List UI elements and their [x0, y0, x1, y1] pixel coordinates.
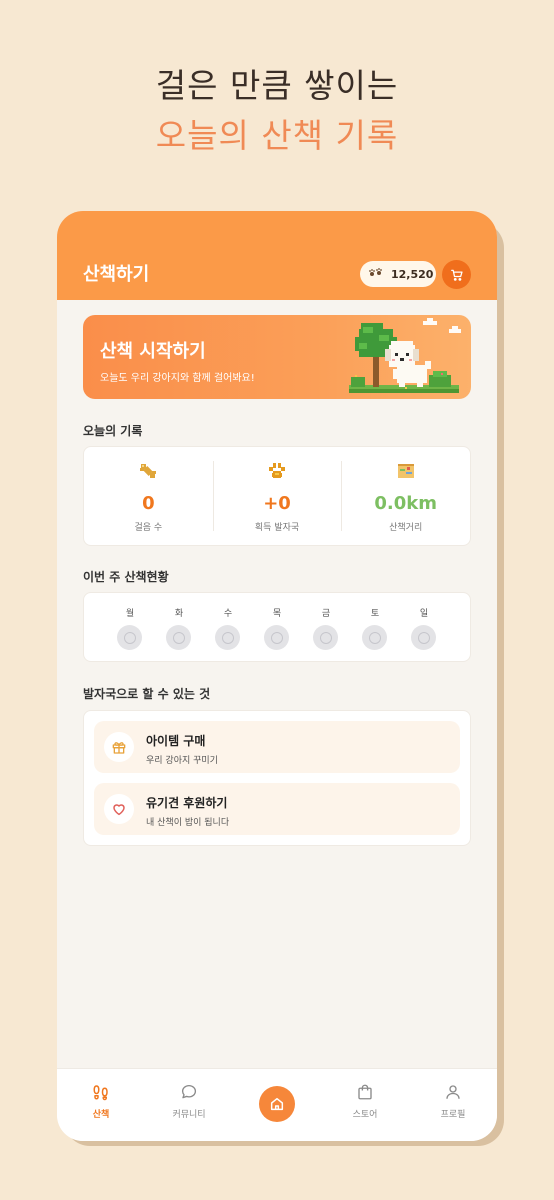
today-section-label: 오늘의 기록	[83, 424, 143, 438]
day-label: 월	[125, 609, 135, 619]
promo-headline: 걸은 만큼 쌓이는 오늘의 산책 기록	[0, 62, 554, 160]
dog-in-park-illustration	[349, 318, 461, 393]
action-subtitle: 내 산책이 밥이 됩니다	[146, 818, 230, 828]
cart-button[interactable]	[442, 260, 471, 289]
shopping-bag-icon	[358, 1084, 372, 1100]
day-label: 목	[272, 609, 282, 619]
distance-caption: 산책거리	[389, 523, 423, 533]
coin-balance[interactable]: 12,520	[360, 261, 436, 287]
day-status-dot	[264, 625, 289, 650]
footprints-icon	[93, 1085, 108, 1101]
day-label: 토	[370, 609, 380, 619]
day-fri: 금	[313, 606, 339, 650]
steps-caption: 걸음 수	[134, 523, 163, 533]
day-status-dot	[215, 625, 240, 650]
today-stats-card: 0 걸음 수 +0 획득 발자국 0.0km 산책거리	[83, 446, 471, 546]
week-status-card: 월 화 수 목 금 토 일	[83, 592, 471, 662]
app-bar: 산책하기 12,520	[57, 211, 497, 300]
paw-prints-icon	[369, 267, 383, 281]
donate-button[interactable]: 유기견 후원하기 내 산책이 밥이 됩니다	[94, 783, 460, 835]
day-status-dot	[313, 625, 338, 650]
day-label: 수	[223, 609, 233, 619]
tab-label: 스토어	[352, 1110, 378, 1120]
start-walk-banner[interactable]: 산책 시작하기 오늘도 우리 강아지와 함께 걸어봐요!	[83, 315, 471, 399]
chat-bubble-icon	[181, 1084, 197, 1099]
day-label: 일	[419, 609, 429, 619]
day-tue: 화	[166, 606, 192, 650]
gift-icon	[112, 742, 126, 754]
day-sun: 일	[411, 606, 437, 650]
day-status-dot	[117, 625, 142, 650]
tab-walk[interactable]: 산책	[71, 1081, 131, 1120]
phone-screen: 산책하기 12,520 산책 시작하기 오늘도 우리 강아지와 함께 걸어봐요!	[57, 211, 497, 1141]
tab-store[interactable]: 스토어	[335, 1081, 395, 1120]
tab-label: 커뮤니티	[172, 1110, 206, 1120]
bottom-tab-bar: 산책 커뮤니티 스토어 프로필	[57, 1068, 497, 1141]
stat-steps: 0 걸음 수	[84, 447, 213, 545]
tab-home[interactable]	[259, 1086, 295, 1122]
footprints-caption: 획득 발자국	[254, 523, 300, 533]
week-section-label: 이번 주 산책현황	[83, 570, 169, 584]
day-label: 금	[321, 609, 331, 619]
action-subtitle: 우리 강아지 꾸미기	[146, 756, 218, 766]
person-icon	[446, 1085, 460, 1099]
day-status-dot	[362, 625, 387, 650]
bone-icon	[140, 464, 157, 478]
footprints-value: +0	[263, 493, 291, 514]
day-label: 화	[174, 609, 184, 619]
cart-icon	[450, 269, 463, 281]
banner-title: 산책 시작하기	[100, 341, 206, 362]
tab-community[interactable]: 커뮤니티	[159, 1081, 219, 1120]
coin-count: 12,520	[391, 267, 434, 281]
buy-item-button[interactable]: 아이템 구매 우리 강아지 꾸미기	[94, 721, 460, 773]
distance-value: 0.0km	[374, 493, 437, 514]
tab-label: 프로필	[440, 1110, 466, 1120]
tab-profile[interactable]: 프로필	[423, 1081, 483, 1120]
day-status-dot	[166, 625, 191, 650]
day-mon: 월	[117, 606, 143, 650]
paw-icon	[269, 463, 285, 478]
home-icon	[270, 1097, 284, 1111]
heart-icon	[113, 804, 125, 816]
stat-footprints: +0 획득 발자국	[212, 447, 342, 545]
actions-section-label: 발자국으로 할 수 있는 것	[83, 687, 211, 701]
tab-label: 산책	[92, 1110, 110, 1120]
map-icon	[397, 464, 414, 478]
day-wed: 수	[215, 606, 241, 650]
day-status-dot	[411, 625, 436, 650]
headline-line-1: 걸은 만큼 쌓이는	[155, 66, 399, 105]
action-title: 아이템 구매	[146, 734, 206, 748]
action-title: 유기견 후원하기	[146, 796, 228, 810]
day-thu: 목	[264, 606, 290, 650]
banner-subtitle: 오늘도 우리 강아지와 함께 걸어봐요!	[100, 373, 255, 384]
page-title: 산책하기	[83, 264, 150, 285]
steps-value: 0	[142, 493, 155, 514]
actions-card: 아이템 구매 우리 강아지 꾸미기 유기견 후원하기 내 산책이 밥이 됩니다	[83, 710, 471, 846]
headline-line-2: 오늘의 산책 기록	[155, 116, 399, 155]
stat-distance: 0.0km 산책거리	[341, 447, 470, 545]
day-sat: 토	[362, 606, 388, 650]
